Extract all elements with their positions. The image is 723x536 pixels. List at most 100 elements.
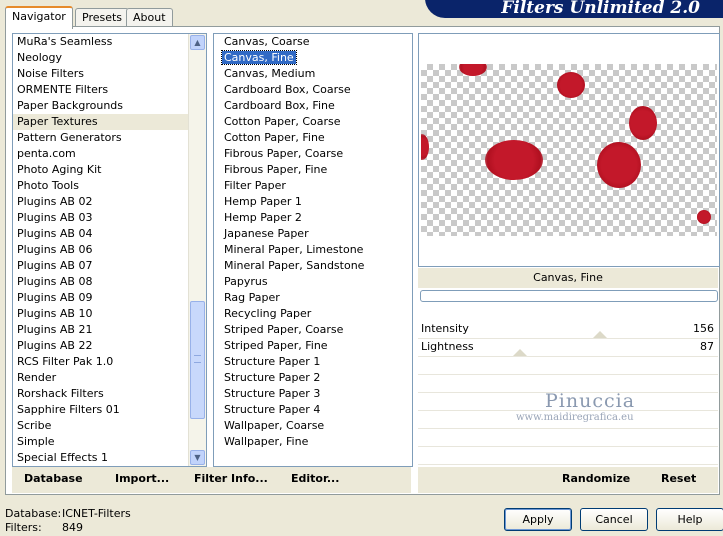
- preview-dot: [597, 142, 641, 188]
- category-item[interactable]: ORMENTE Filters: [13, 82, 206, 98]
- filter-item[interactable]: Structure Paper 4: [214, 402, 412, 418]
- category-item[interactable]: Plugins AB 03: [13, 210, 206, 226]
- category-item[interactable]: Noise Filters: [13, 66, 206, 82]
- category-item[interactable]: Plugins AB 06: [13, 242, 206, 258]
- preview-dot: [557, 72, 585, 98]
- filter-item[interactable]: Fibrous Paper, Coarse: [214, 146, 412, 162]
- filter-item[interactable]: Recycling Paper: [214, 306, 412, 322]
- category-item[interactable]: Paper Backgrounds: [13, 98, 206, 114]
- category-item-label: Plugins AB 10: [17, 307, 93, 320]
- filter-item-label: Cardboard Box, Coarse: [224, 83, 351, 96]
- filter-item[interactable]: Structure Paper 2: [214, 370, 412, 386]
- filter-items: Canvas, Coarse Canvas, Fine Canvas, Medium…: [214, 34, 412, 450]
- filter-item[interactable]: Cotton Paper, Fine: [214, 130, 412, 146]
- category-item-label: Paper Textures: [17, 115, 98, 128]
- filter-item[interactable]: Canvas, Fine: [214, 50, 412, 66]
- filter-item-label: Structure Paper 3: [224, 387, 321, 400]
- filter-item-label: Cotton Paper, Coarse: [224, 115, 341, 128]
- filter-item[interactable]: Hemp Paper 2: [214, 210, 412, 226]
- category-item[interactable]: Plugins AB 04: [13, 226, 206, 242]
- database-button[interactable]: Database: [24, 472, 83, 485]
- filter-item[interactable]: Wallpaper, Coarse: [214, 418, 412, 434]
- filter-item[interactable]: Canvas, Medium: [214, 66, 412, 82]
- apply-button[interactable]: Apply: [504, 508, 572, 531]
- filter-item-label: Wallpaper, Fine: [224, 435, 309, 448]
- category-item[interactable]: Sapphire Filters 01: [13, 402, 206, 418]
- tab-about[interactable]: About: [126, 8, 173, 27]
- filter-item[interactable]: Japanese Paper: [214, 226, 412, 242]
- category-item[interactable]: Pattern Generators: [13, 130, 206, 146]
- category-item[interactable]: penta.com: [13, 146, 206, 162]
- category-item-label: penta.com: [17, 147, 76, 160]
- category-item[interactable]: Render: [13, 370, 206, 386]
- category-list[interactable]: MuRa's Seamless Neology Noise Filters ORMEN…: [12, 33, 207, 467]
- watermark-url: www.maidiregrafica.eu: [516, 412, 634, 423]
- filter-item[interactable]: Filter Paper: [214, 178, 412, 194]
- filter-item[interactable]: Mineral Paper, Sandstone: [214, 258, 412, 274]
- slider-intensity[interactable]: Intensity 156: [418, 320, 718, 339]
- category-item-label: Plugins AB 09: [17, 291, 93, 304]
- category-item[interactable]: Scribe: [13, 418, 206, 434]
- category-item[interactable]: Paper Textures: [13, 114, 206, 130]
- category-item[interactable]: Plugins AB 09: [13, 290, 206, 306]
- category-item[interactable]: Neology: [13, 50, 206, 66]
- tab-presets[interactable]: Presets: [75, 8, 130, 27]
- filter-item-label: Papyrus: [224, 275, 268, 288]
- filter-item[interactable]: Wallpaper, Fine: [214, 434, 412, 450]
- category-item-label: Noise Filters: [17, 67, 84, 80]
- category-item-label: Plugins AB 08: [17, 275, 93, 288]
- category-item[interactable]: Photo Aging Kit: [13, 162, 206, 178]
- filter-list[interactable]: Canvas, Coarse Canvas, Fine Canvas, Medium…: [213, 33, 413, 467]
- filter-item-label: Structure Paper 4: [224, 403, 321, 416]
- filter-item[interactable]: Papyrus: [214, 274, 412, 290]
- category-item[interactable]: Plugins AB 07: [13, 258, 206, 274]
- category-item-label: Pattern Generators: [17, 131, 122, 144]
- slider-empty-slot: [418, 356, 718, 375]
- import-button[interactable]: Import...: [115, 472, 169, 485]
- scroll-thumb[interactable]: [190, 301, 205, 419]
- reset-button[interactable]: Reset: [661, 472, 696, 485]
- filter-item[interactable]: Fibrous Paper, Fine: [214, 162, 412, 178]
- filter-item-label: Cardboard Box, Fine: [224, 99, 335, 112]
- filter-item[interactable]: Cardboard Box, Coarse: [214, 82, 412, 98]
- editor-button[interactable]: Editor...: [291, 472, 339, 485]
- category-item-label: RCS Filter Pak 1.0: [17, 355, 114, 368]
- filter-info-button[interactable]: Filter Info...: [194, 472, 268, 485]
- filter-item-label: Structure Paper 2: [224, 371, 321, 384]
- category-item[interactable]: Plugins AB 08: [13, 274, 206, 290]
- category-item[interactable]: Plugins AB 21: [13, 322, 206, 338]
- category-item[interactable]: Plugins AB 22: [13, 338, 206, 354]
- category-item[interactable]: Rorshack Filters: [13, 386, 206, 402]
- randomize-button[interactable]: Randomize: [562, 472, 630, 485]
- category-scrollbar[interactable]: ▲ ▼: [188, 34, 206, 466]
- category-item-label: MuRa's Seamless: [17, 35, 113, 48]
- category-item[interactable]: Simple: [13, 434, 206, 450]
- category-item[interactable]: MuRa's Seamless: [13, 34, 206, 50]
- help-button[interactable]: Help: [656, 508, 723, 531]
- filter-item[interactable]: Canvas, Coarse: [214, 34, 412, 50]
- filter-item[interactable]: Mineral Paper, Limestone: [214, 242, 412, 258]
- navigator-toolbar: Database Import... Filter Info... Editor…: [12, 467, 411, 493]
- filter-item[interactable]: Rag Paper: [214, 290, 412, 306]
- filter-item[interactable]: Hemp Paper 1: [214, 194, 412, 210]
- scroll-up-icon[interactable]: ▲: [190, 35, 205, 50]
- category-item[interactable]: Special Effects 1: [13, 450, 206, 466]
- filter-item[interactable]: Structure Paper 1: [214, 354, 412, 370]
- filter-item[interactable]: Cotton Paper, Coarse: [214, 114, 412, 130]
- slider-lightness[interactable]: Lightness 87: [418, 338, 718, 357]
- category-item[interactable]: Plugins AB 02: [13, 194, 206, 210]
- category-item-label: Rorshack Filters: [17, 387, 104, 400]
- filter-item[interactable]: Structure Paper 3: [214, 386, 412, 402]
- selected-filter-name: Canvas, Fine: [418, 268, 718, 288]
- filter-item[interactable]: Cardboard Box, Fine: [214, 98, 412, 114]
- category-item[interactable]: Photo Tools: [13, 178, 206, 194]
- scroll-down-icon[interactable]: ▼: [190, 450, 205, 465]
- preview-image[interactable]: [421, 64, 717, 236]
- category-item[interactable]: RCS Filter Pak 1.0: [13, 354, 206, 370]
- filter-item-label: Striped Paper, Coarse: [224, 323, 344, 336]
- tab-navigator[interactable]: Navigator: [5, 6, 73, 29]
- filter-item[interactable]: Striped Paper, Fine: [214, 338, 412, 354]
- category-item[interactable]: Plugins AB 10: [13, 306, 206, 322]
- cancel-button[interactable]: Cancel: [580, 508, 648, 531]
- filter-item[interactable]: Striped Paper, Coarse: [214, 322, 412, 338]
